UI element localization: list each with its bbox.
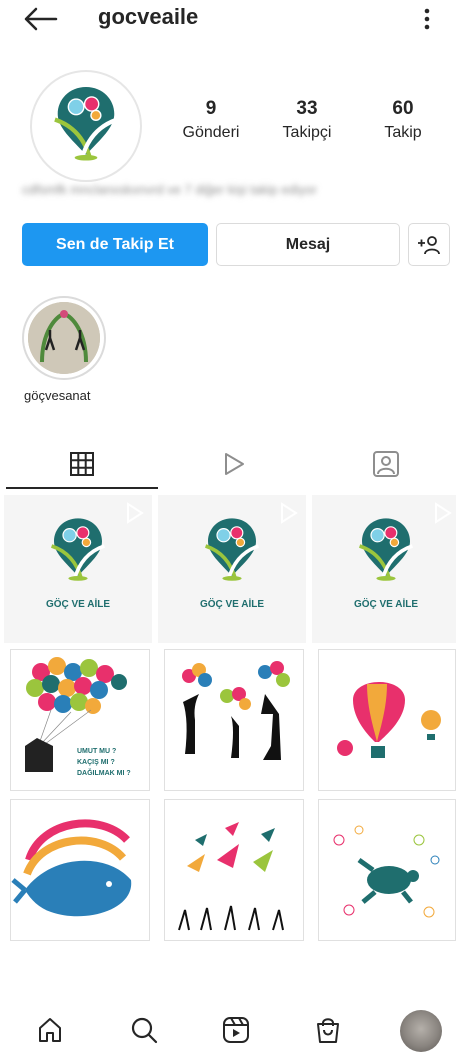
shopping-bag-icon [317, 1018, 339, 1043]
posts-label: Gönderi [182, 124, 240, 141]
brand-logo-icon [356, 515, 416, 583]
grid-icon [70, 452, 94, 476]
story-highlight[interactable]: göçvesanat [22, 296, 108, 403]
message-button[interactable]: Mesaj [216, 223, 400, 266]
reels-play-icon [225, 453, 244, 475]
grid-post[interactable] [164, 799, 304, 941]
tab-tagged[interactable] [310, 438, 456, 490]
bottom-navigation [0, 1004, 456, 1054]
logo-caption: GÖÇ VE AİLE [353, 599, 419, 610]
highlight-label: göçvesanat [24, 388, 91, 403]
grid-post[interactable] [318, 799, 456, 941]
highlight-thumbnail [28, 302, 100, 374]
brand-logo-icon [48, 515, 108, 583]
reels-icon [223, 1017, 249, 1043]
poster-line: DAĞILMAK MI ? [77, 770, 131, 777]
search-icon [131, 1017, 158, 1044]
nav-home[interactable] [32, 1012, 68, 1048]
followers-count: 33 [296, 98, 318, 119]
grid-post[interactable]: UMUT MU ? KAÇIŞ MI ? DAĞILMAK MI ? [10, 649, 150, 791]
grid-post[interactable]: GÖÇ VE AİLE [4, 495, 152, 643]
active-tab-indicator [6, 487, 158, 489]
nav-reels[interactable] [218, 1012, 254, 1048]
followed-by-line[interactable]: cdfsmfk mnclanxskxnvrd ve 7 diğer kişi t… [22, 182, 422, 202]
brand-logo-icon [32, 74, 140, 182]
top-bar: gocveaile [0, 0, 456, 40]
followed-by-text: cdfsmfk mnclanxskxnvrd ve 7 diğer kişi t… [22, 182, 317, 197]
stat-followers[interactable]: 33 Takipçi [262, 98, 352, 142]
home-icon [39, 1018, 61, 1042]
birds-artwork-icon [178, 822, 284, 931]
reel-indicator-icon [281, 502, 298, 524]
add-user-icon [418, 235, 440, 254]
profile-tabs [0, 438, 456, 490]
grid-post[interactable] [164, 649, 304, 791]
highlight-artwork-icon [28, 302, 100, 374]
reel-indicator-icon [127, 502, 144, 524]
nav-shop[interactable] [310, 1012, 346, 1048]
following-count: 60 [392, 98, 414, 119]
reel-indicator-icon [435, 502, 452, 524]
poster-text: UMUT MU ? KAÇIŞ MI ? DAĞILMAK MI ? [77, 746, 131, 779]
grid-post[interactable] [318, 649, 456, 791]
follow-button[interactable]: Sen de Takip Et [22, 223, 208, 266]
more-options-icon[interactable] [420, 6, 434, 32]
logo-caption: GÖÇ VE AİLE [199, 599, 265, 610]
followers-label: Takipçi [282, 124, 332, 141]
highlight-ring [22, 296, 106, 380]
stat-following[interactable]: 60 Takip [358, 98, 448, 142]
tab-reels[interactable] [158, 438, 310, 490]
poster-line: KAÇIŞ MI ? [77, 759, 115, 766]
posts-count: 9 [205, 98, 217, 119]
stat-posts[interactable]: 9 Gönderi [166, 98, 256, 142]
profile-username: gocveaile [98, 4, 199, 29]
grid-post[interactable]: GÖÇ VE AİLE [312, 495, 456, 643]
back-arrow-icon[interactable] [22, 6, 58, 32]
following-label: Takip [384, 124, 422, 141]
nav-profile-avatar[interactable] [400, 1010, 442, 1052]
hot-air-balloon-artwork-icon [337, 682, 441, 758]
nav-search[interactable] [126, 1012, 162, 1048]
balloon-silhouettes-artwork-icon [182, 661, 290, 760]
logo-caption: GÖÇ VE AİLE [45, 599, 111, 610]
grid-post[interactable] [10, 799, 150, 941]
turtle-bubbles-artwork-icon [333, 825, 440, 918]
grid-post[interactable]: GÖÇ VE AİLE [158, 495, 306, 643]
poster-line: UMUT MU ? [77, 748, 117, 755]
whale-artwork-icon [11, 819, 132, 917]
suggested-users-button[interactable] [408, 223, 450, 266]
tab-posts-grid[interactable] [6, 438, 158, 490]
tagged-person-icon [373, 451, 399, 477]
profile-avatar[interactable] [30, 70, 142, 182]
brand-logo-icon [202, 515, 262, 583]
